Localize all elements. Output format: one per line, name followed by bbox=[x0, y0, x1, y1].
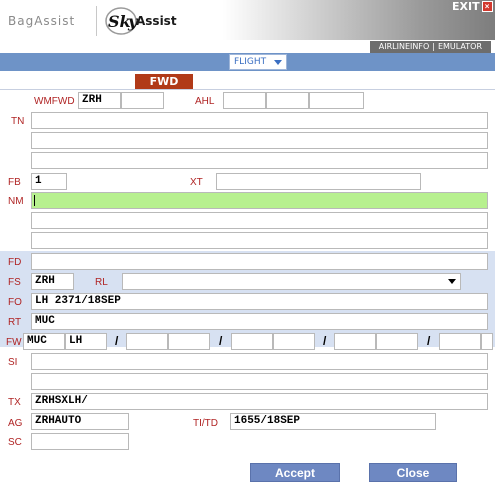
ahl-field-3[interactable] bbox=[309, 92, 364, 109]
ahl-field-2[interactable] bbox=[266, 92, 309, 109]
app-header: BagAssist Sk y Assist EXIT × bbox=[0, 0, 495, 40]
fw-airline-field-2[interactable] bbox=[168, 333, 210, 350]
label-titd: TI/TD bbox=[193, 418, 218, 429]
chevron-down-icon bbox=[274, 60, 282, 65]
label-ahl: AHL bbox=[195, 96, 215, 107]
flight-dropdown[interactable]: FLIGHT bbox=[229, 54, 287, 70]
skyassist-text: Assist bbox=[136, 14, 177, 28]
rl-dropdown[interactable] bbox=[122, 273, 461, 290]
fw-separator: / bbox=[323, 334, 327, 348]
label-fb: FB bbox=[8, 177, 21, 188]
fb-field[interactable]: 1 bbox=[31, 173, 67, 190]
airlineinfo-link[interactable]: AIRLINEINFO bbox=[376, 42, 433, 51]
fw-separator: / bbox=[427, 334, 431, 348]
nm-field-2[interactable] bbox=[31, 212, 488, 229]
tx-field[interactable]: ZRHSXLH/ bbox=[31, 393, 488, 410]
fw-airline-field-3[interactable] bbox=[273, 333, 315, 350]
label-fo: FO bbox=[8, 297, 22, 308]
label-nm: NM bbox=[8, 196, 24, 207]
flight-dropdown-label: FLIGHT bbox=[234, 57, 267, 67]
wmfwd-station-field[interactable]: ZRH bbox=[78, 92, 121, 109]
nm-field-active[interactable] bbox=[31, 192, 488, 209]
skyassist-logo: Sk y Assist bbox=[104, 6, 200, 36]
fw-separator: / bbox=[115, 334, 119, 348]
fw-station-field-4[interactable] bbox=[334, 333, 376, 350]
label-rl: RL bbox=[95, 277, 108, 288]
close-icon[interactable]: × bbox=[481, 1, 493, 12]
label-tn: TN bbox=[11, 116, 25, 127]
emulator-link[interactable]: EMULATOR bbox=[435, 42, 485, 51]
accept-button[interactable]: Accept bbox=[250, 463, 340, 482]
tn-field-3[interactable] bbox=[31, 152, 488, 169]
xt-field[interactable] bbox=[216, 173, 421, 190]
fw-station-field-3[interactable] bbox=[231, 333, 273, 350]
label-ag: AG bbox=[8, 418, 23, 429]
chevron-down-icon bbox=[448, 279, 456, 284]
exit-control[interactable]: EXIT × bbox=[452, 1, 493, 12]
label-sc: SC bbox=[8, 437, 22, 448]
divider bbox=[0, 89, 495, 90]
fd-field[interactable] bbox=[31, 253, 488, 270]
label-fw: FW bbox=[6, 337, 22, 348]
bagassist-logo: BagAssist bbox=[8, 14, 76, 28]
tab-fwd[interactable]: FWD bbox=[135, 74, 193, 90]
text-cursor bbox=[34, 195, 35, 206]
fw-station-field[interactable]: MUC bbox=[23, 333, 65, 350]
titd-field[interactable]: 1655/18SEP bbox=[230, 413, 436, 430]
label-tx: TX bbox=[8, 397, 21, 408]
rt-field[interactable]: MUC bbox=[31, 313, 488, 330]
ahl-field-1[interactable] bbox=[223, 92, 266, 109]
close-button[interactable]: Close bbox=[369, 463, 457, 482]
sc-field[interactable] bbox=[31, 433, 129, 450]
si-field-1[interactable] bbox=[31, 353, 488, 370]
fw-airline-field[interactable]: LH bbox=[65, 333, 107, 350]
fw-station-field-5[interactable] bbox=[439, 333, 481, 350]
label-si: SI bbox=[8, 357, 18, 368]
wmfwd-extra-field[interactable] bbox=[121, 92, 164, 109]
nm-field-3[interactable] bbox=[31, 232, 488, 249]
tn-field-1[interactable] bbox=[31, 112, 488, 129]
sky-logo-icon: Sk y bbox=[105, 7, 138, 35]
exit-label[interactable]: EXIT bbox=[452, 1, 480, 12]
si-field-2[interactable] bbox=[31, 373, 488, 390]
fw-separator: / bbox=[219, 334, 223, 348]
tn-field-2[interactable] bbox=[31, 132, 488, 149]
label-wmfwd: WMFWD bbox=[34, 96, 75, 107]
top-links: AIRLINEINFO | EMULATOR bbox=[369, 41, 491, 53]
fw-airline-field-4[interactable] bbox=[376, 333, 418, 350]
label-fs: FS bbox=[8, 277, 21, 288]
fs-field[interactable]: ZRH bbox=[31, 273, 74, 290]
fw-airline-field-5[interactable] bbox=[481, 333, 493, 350]
ag-field[interactable]: ZRHAUTO bbox=[31, 413, 129, 430]
label-xt: XT bbox=[190, 177, 203, 188]
label-rt: RT bbox=[8, 317, 22, 328]
label-fd: FD bbox=[8, 257, 22, 268]
fo-field[interactable]: LH 2371/18SEP bbox=[31, 293, 488, 310]
logo-divider bbox=[96, 6, 97, 36]
fw-station-field-2[interactable] bbox=[126, 333, 168, 350]
